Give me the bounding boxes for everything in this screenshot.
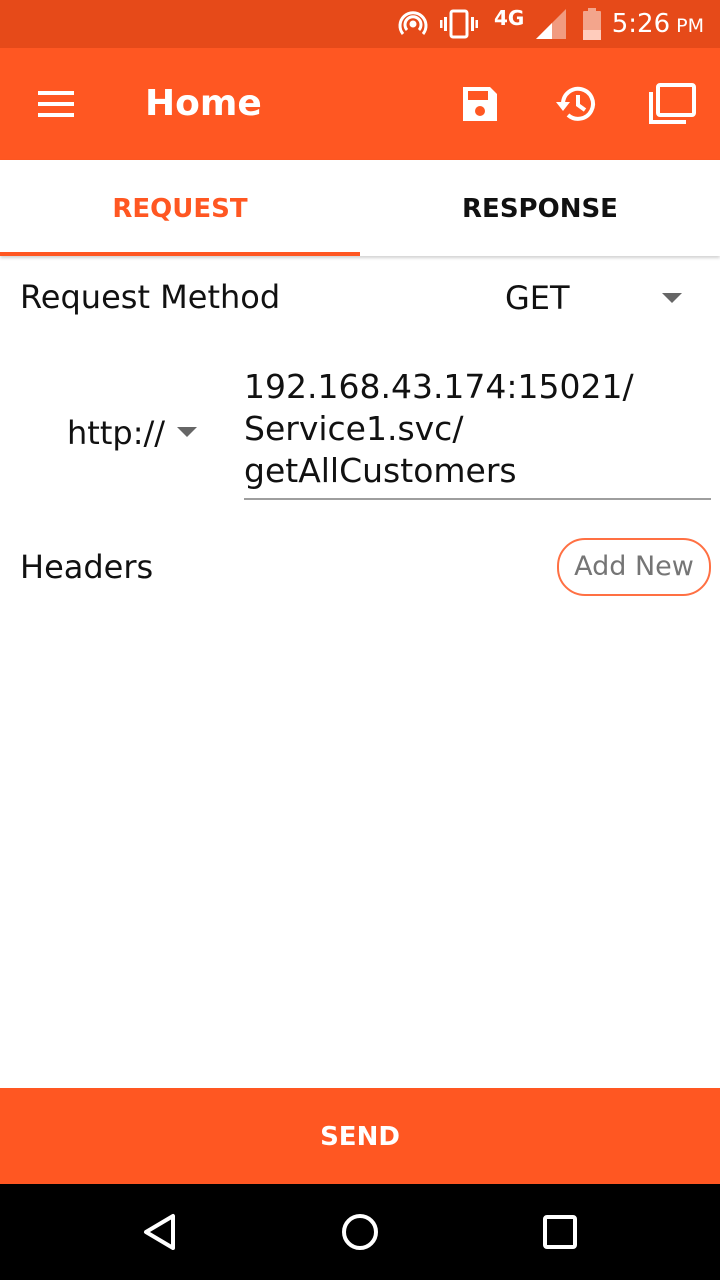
tab-response[interactable]: RESPONSE (360, 160, 720, 256)
hotspot-icon (397, 0, 429, 48)
tab-bar: REQUEST RESPONSE (0, 160, 720, 256)
clock-ampm: PM (676, 15, 704, 37)
url-line: getAllCustomers (244, 451, 517, 490)
dropdown-arrow-icon (177, 427, 197, 437)
tab-indicator (0, 252, 360, 256)
dropdown-arrow-icon (662, 293, 682, 303)
clock-time: 5:26 (611, 9, 671, 39)
history-icon[interactable] (548, 76, 604, 132)
collections-icon[interactable] (644, 76, 700, 132)
method-value: GET (505, 279, 570, 317)
protocol-value: http:// (67, 414, 166, 452)
url-line: 192.168.43.174:15021/ (244, 367, 634, 406)
protocol-dropdown[interactable]: http:// (60, 408, 220, 458)
request-method-label: Request Method (20, 278, 281, 316)
url-input[interactable]: 192.168.43.174:15021/ Service1.svc/ getA… (244, 366, 711, 500)
menu-icon[interactable] (28, 76, 84, 132)
network-type-label: 4G (494, 6, 525, 30)
app-bar: Home (0, 48, 720, 160)
tab-request[interactable]: REQUEST (0, 160, 360, 256)
status-bar: 4G 5:26 PM (0, 0, 720, 48)
home-icon[interactable] (336, 1208, 384, 1256)
recents-icon[interactable] (536, 1208, 584, 1256)
save-icon[interactable] (452, 76, 508, 132)
back-icon[interactable] (136, 1208, 184, 1256)
send-button[interactable]: SEND (0, 1088, 720, 1184)
status-time: 5:26 PM (612, 0, 704, 48)
method-dropdown[interactable]: GET (500, 272, 700, 324)
headers-label: Headers (20, 548, 154, 586)
battery-icon (582, 0, 602, 48)
navigation-bar (0, 1184, 720, 1280)
page-title: Home (145, 83, 262, 124)
vibrate-icon (440, 0, 478, 48)
signal-icon (536, 0, 566, 48)
add-new-header-button[interactable]: Add New (557, 538, 711, 596)
url-line: Service1.svc/ (244, 409, 464, 448)
